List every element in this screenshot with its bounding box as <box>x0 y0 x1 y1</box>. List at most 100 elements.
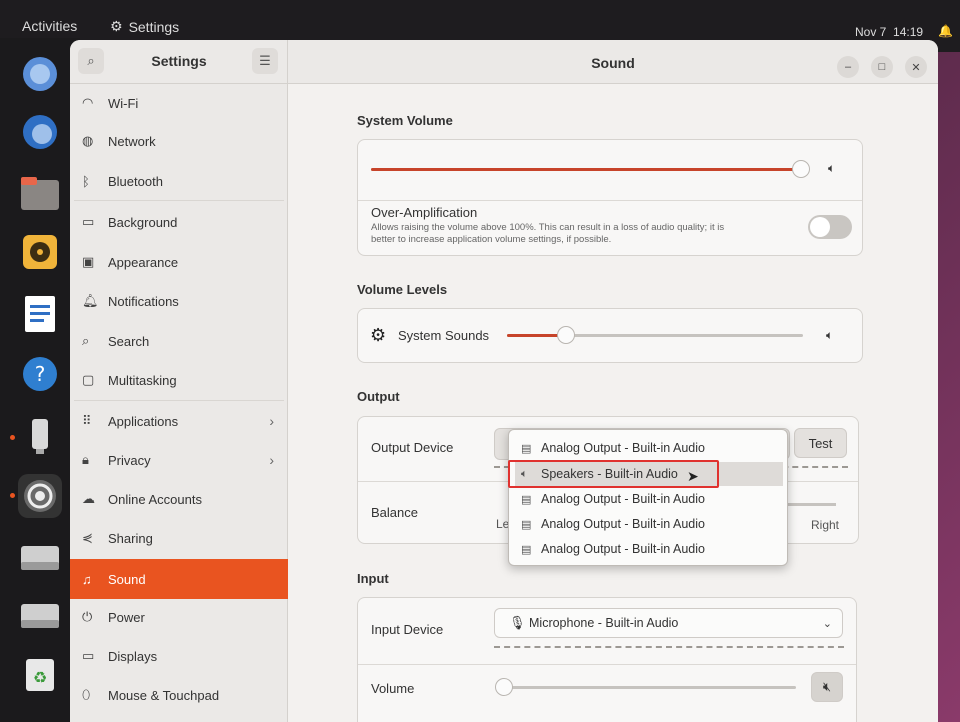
dropdown-option[interactable]: ▤ Analog Output - Built-in Audio <box>515 436 783 460</box>
usb-icon[interactable] <box>18 414 62 458</box>
maximize-icon: □ <box>878 61 886 73</box>
music-icon: ♫ <box>82 571 92 587</box>
input-device-dropdown[interactable]: 🎙︎ Microphone - Built-in Audio ⌄ <box>494 608 843 638</box>
over-amplification-description-line2: better to increase application volume se… <box>371 234 612 245</box>
dropdown-option[interactable]: ▤ Analog Output - Built-in Audio <box>515 537 783 561</box>
bluetooth-icon: ᛒ <box>82 173 90 189</box>
input-device-value: Microphone - Built-in Audio <box>529 616 679 630</box>
display-icon: ▭ <box>82 648 95 663</box>
writer-icon[interactable] <box>18 292 62 336</box>
app-name: Settings <box>128 18 180 35</box>
sidebar-item-background[interactable]: ▭ Background <box>70 203 288 241</box>
system-volume-card: Over-Amplification Allows raising the vo… <box>357 139 863 256</box>
svg-text:?: ? <box>35 362 46 386</box>
cloud-icon: ☁︎ <box>82 491 95 506</box>
drive-icon[interactable] <box>18 536 62 580</box>
dropdown-option[interactable]: ▤ Analog Output - Built-in Audio <box>515 512 783 536</box>
mouse-icon: ⬯ <box>82 687 91 702</box>
help-icon[interactable]: ? <box>18 352 62 396</box>
sidebar-item-label: Online Accounts <box>108 491 202 507</box>
activities-button[interactable]: Activities <box>22 18 77 34</box>
sidebar-item-label: Background <box>108 214 178 230</box>
dropdown-option[interactable]: ▤ Analog Output - Built-in Audio <box>515 487 783 511</box>
slider-knob[interactable] <box>791 160 810 178</box>
thunderbird-icon[interactable] <box>18 110 62 154</box>
sidebar-item-label: Search <box>108 333 150 349</box>
audio-card-icon: ▤ <box>521 442 532 455</box>
sidebar-item-multitasking[interactable]: ▢ Multitasking <box>70 361 288 399</box>
settings-icon[interactable] <box>18 474 62 518</box>
muted-speaker-icon: 🔇︎ <box>822 679 832 694</box>
menu-button[interactable]: ☰ <box>252 48 278 74</box>
microphone-icon: 🎙︎ <box>509 615 526 630</box>
sidebar-item-label: Power <box>108 609 145 625</box>
sidebar-item-label: Displays <box>108 648 158 664</box>
sidebar-item-sound[interactable]: ♫ Sound <box>70 559 288 599</box>
app-menu[interactable]: ⚙ Settings <box>110 18 179 35</box>
clock[interactable]: Nov 7 14:19 <box>855 25 923 39</box>
sidebar-item-search[interactable]: ⌕ Search <box>70 322 288 360</box>
input-mute-button[interactable]: 🔇︎ <box>811 672 843 702</box>
speaker-icon: 🔈︎ <box>826 328 834 342</box>
appearance-icon: ▣ <box>82 254 95 269</box>
share-icon: ⋞ <box>82 530 93 545</box>
sidebar-item-network[interactable]: ◍ Network <box>70 122 288 160</box>
slider-knob[interactable] <box>495 678 513 696</box>
chromium-icon[interactable] <box>18 52 62 96</box>
sidebar-item-appearance[interactable]: ▣ Appearance <box>70 243 288 281</box>
maximize-button[interactable]: □ <box>871 56 893 78</box>
sidebar-item-label: Applications <box>108 413 179 429</box>
minimize-button[interactable]: – <box>837 56 859 78</box>
rhythmbox-icon[interactable] <box>18 230 62 274</box>
date-label: Nov 7 <box>855 25 887 39</box>
chevron-right-icon: › <box>269 452 274 468</box>
over-amplification-toggle[interactable] <box>808 215 852 239</box>
divider <box>358 200 862 201</box>
mouse-cursor-icon: ➤ <box>687 468 699 484</box>
power-icon: ⏻ <box>82 609 93 624</box>
system-sounds-gear-icon: ⚙ <box>370 325 387 345</box>
toggle-knob <box>810 217 830 237</box>
sidebar-item-bluetooth[interactable]: ᛒ Bluetooth <box>70 162 288 200</box>
sidebar-item-notifications[interactable]: 🔔︎ Notifications <box>70 282 288 320</box>
input-volume-slider[interactable] <box>495 678 796 696</box>
sidebar-item-label: Appearance <box>108 254 179 270</box>
balance-slider[interactable] <box>788 503 836 506</box>
trash-icon[interactable]: ♻ <box>18 652 62 696</box>
chevron-right-icon: › <box>269 413 274 429</box>
over-amplification-title: Over-Amplification <box>371 205 478 220</box>
system-sounds-slider[interactable] <box>507 326 803 344</box>
balance-label: Balance <box>371 505 418 520</box>
close-button[interactable]: ✕ <box>905 56 927 78</box>
sidebar-item-label: Multitasking <box>108 372 177 388</box>
notification-bell-icon[interactable]: 🔔 <box>938 24 953 38</box>
sidebar-item-applications[interactable]: ⠿ Applications › <box>70 402 288 440</box>
sidebar-item-label: Sharing <box>108 530 153 546</box>
sidebar-item-online-accounts[interactable]: ☁︎ Online Accounts <box>70 480 288 518</box>
sidebar-item-wifi[interactable]: ◠ Wi-Fi <box>70 84 288 122</box>
over-amplification-description-line1: Allows raising the volume above 100%. Th… <box>371 222 725 233</box>
sidebar-item-displays[interactable]: ▭ Displays <box>70 637 288 675</box>
drive-icon[interactable] <box>18 594 62 638</box>
files-icon[interactable] <box>18 172 62 216</box>
sidebar-item-mouse-touchpad[interactable]: ⬯ Mouse & Touchpad <box>70 676 288 714</box>
input-volume-label: Volume <box>371 681 415 696</box>
gear-icon: ⚙ <box>110 18 123 34</box>
sidebar-item-power[interactable]: ⏻ Power <box>70 598 288 636</box>
test-button[interactable]: Test <box>794 428 847 458</box>
sidebar: ◠ Wi-Fi ◍ Network ᛒ Bluetooth ▭ Backgrou… <box>70 84 288 722</box>
divider <box>74 200 284 201</box>
time-label: 14:19 <box>893 25 924 39</box>
sidebar-item-privacy[interactable]: 🔒︎ Privacy › <box>70 441 288 479</box>
section-title-volume-levels: Volume Levels <box>357 282 448 297</box>
network-icon: ◍ <box>82 133 94 148</box>
input-device-label: Input Device <box>371 622 444 637</box>
system-volume-slider[interactable] <box>371 160 810 178</box>
running-indicator <box>10 435 15 440</box>
bell-icon: 🔔︎ <box>82 293 99 308</box>
sidebar-item-sharing[interactable]: ⋞ Sharing <box>70 519 288 557</box>
multitasking-icon: ▢ <box>82 372 95 387</box>
speaker-icon: 🔈︎ <box>828 161 836 175</box>
output-device-popup: ▤ Analog Output - Built-in Audio 🔈︎ Spea… <box>508 429 788 566</box>
sidebar-item-label: Sound <box>108 571 146 587</box>
